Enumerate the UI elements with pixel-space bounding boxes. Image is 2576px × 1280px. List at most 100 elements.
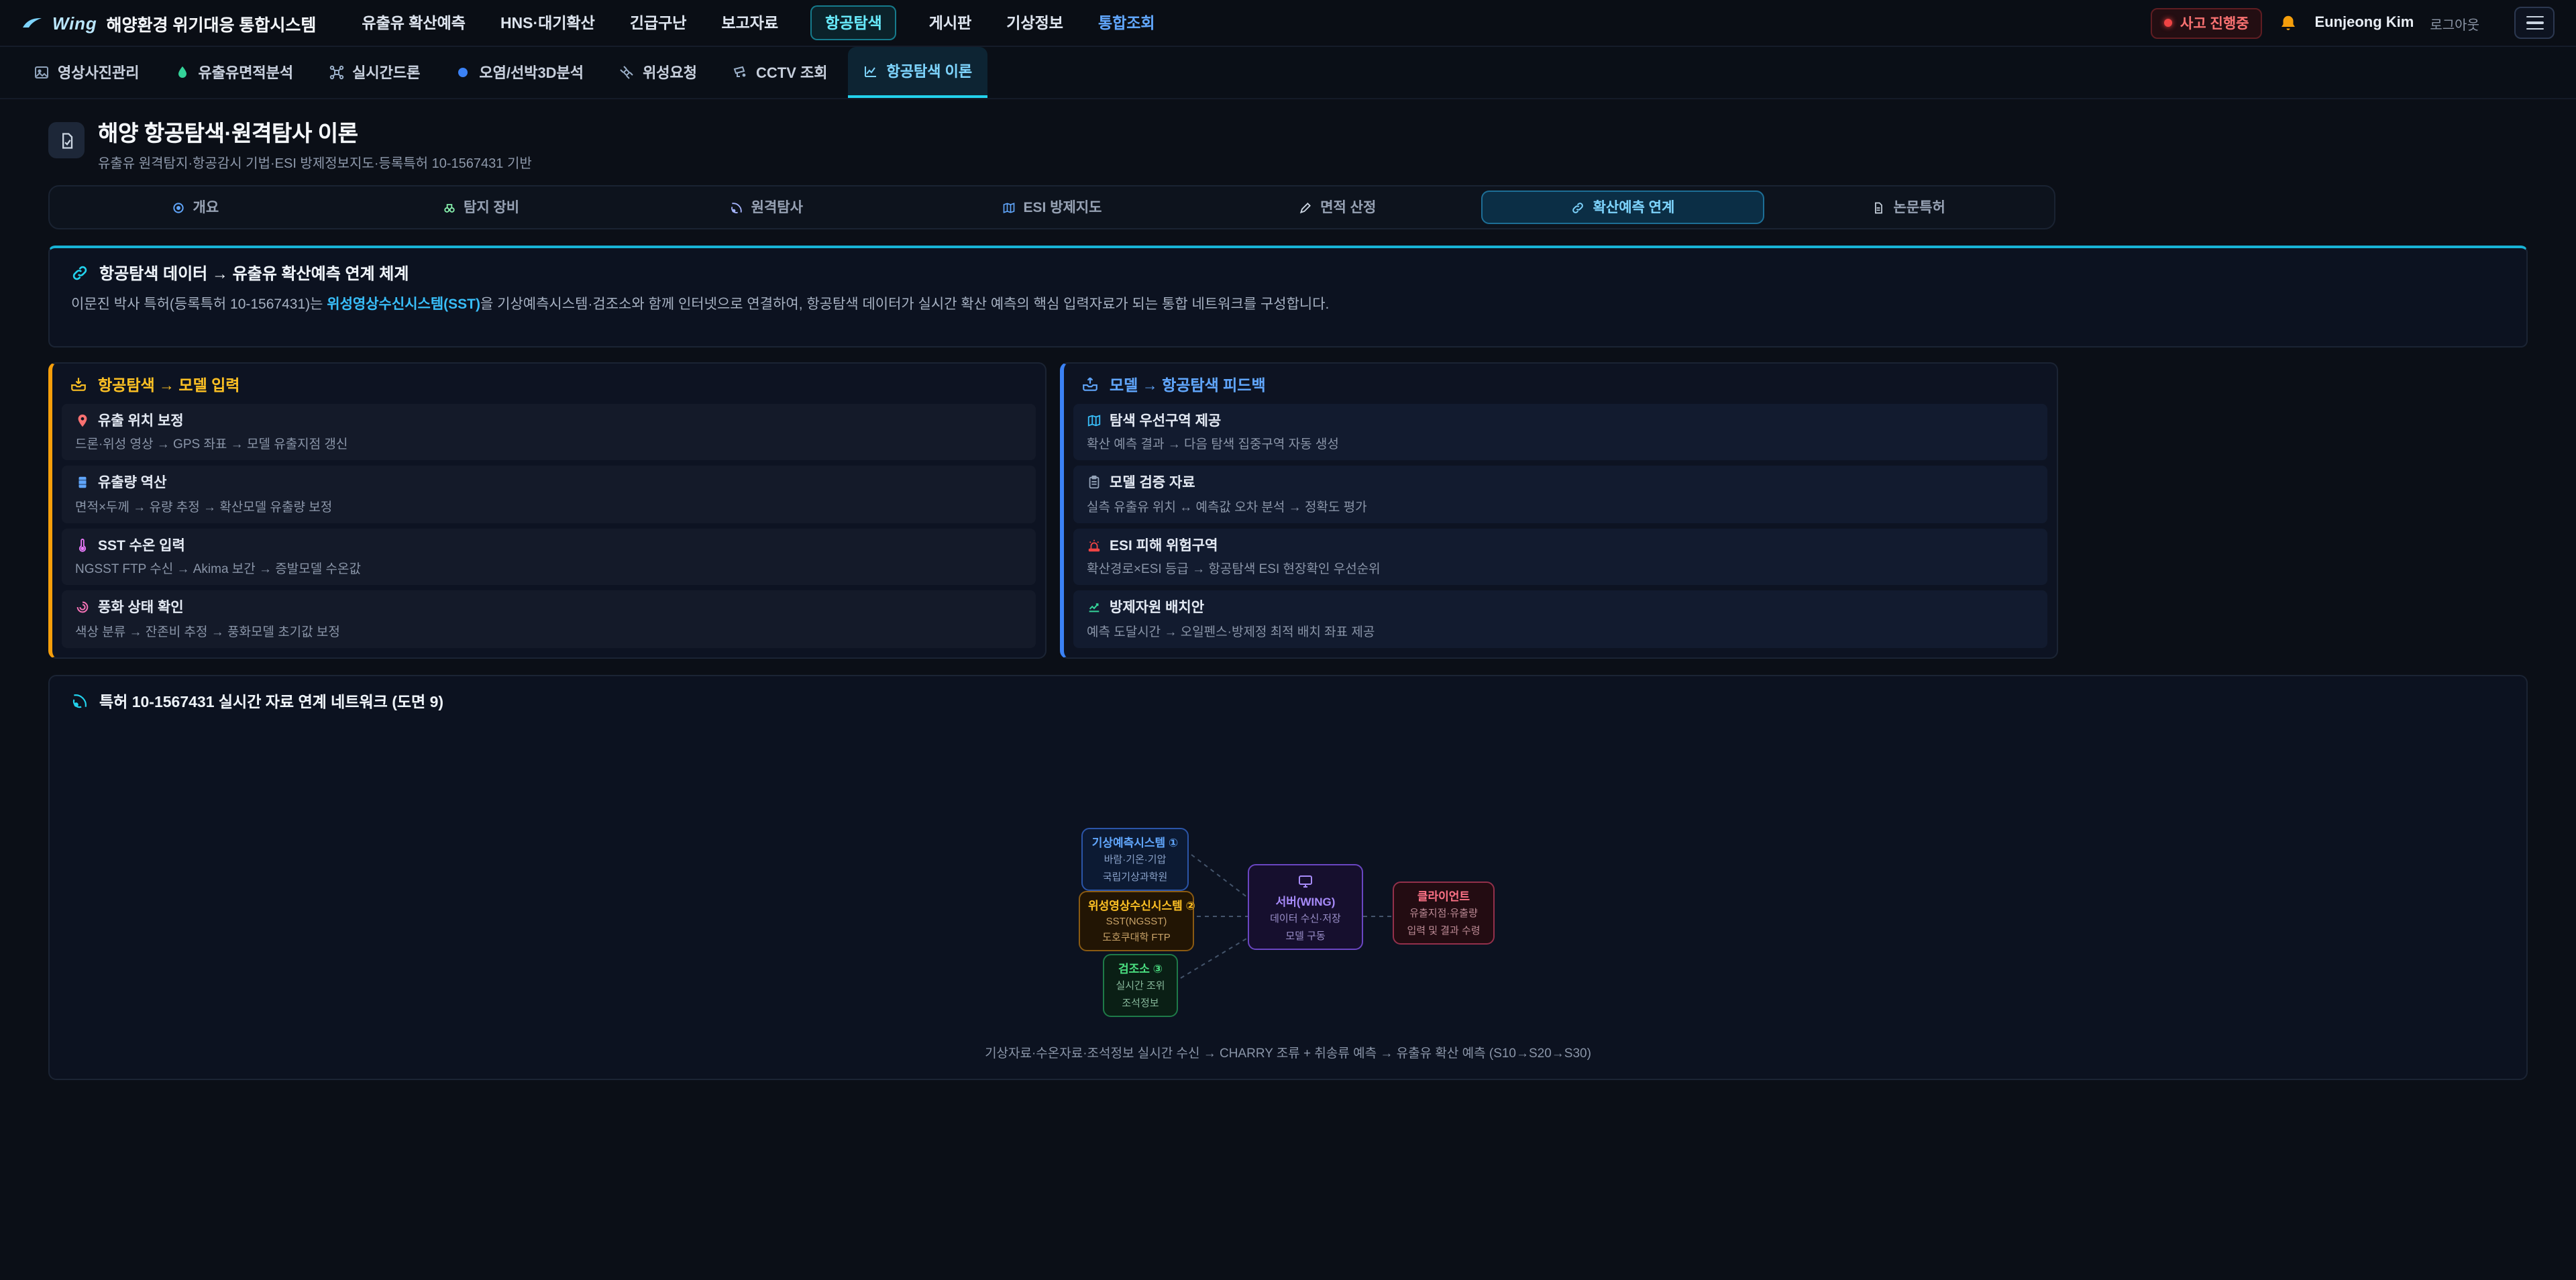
wing-logo-icon: [21, 15, 43, 31]
incident-status-dot-icon: [2164, 19, 2172, 27]
main-nav: 유출유 확산예측 HNS·대기확산 긴급구난 보고자료 항공탐색 게시판 기상정…: [359, 5, 1157, 40]
tab-esi-map[interactable]: ESI 방제지도: [910, 191, 1193, 224]
sst-system-link[interactable]: 위성영상수신시스템(SST): [327, 297, 480, 313]
app-title: 해양환경 위기대응 통합시스템: [107, 10, 317, 36]
model-input-card: 항공탐색 → 모델 입력 유출 위치 보정 드론·위성 영상 → GPS 좌표 …: [48, 362, 1046, 659]
row-spill-location-correction: 유출 위치 보정 드론·위성 영상 → GPS 좌표 → 모델 유출지점 갱신: [62, 404, 1036, 461]
swirl-icon: [75, 600, 90, 615]
top-navbar: Wing 해양환경 위기대응 통합시스템 유출유 확산예측 HNS·대기확산 긴…: [0, 0, 2576, 47]
cctv-camera-icon: [732, 64, 748, 81]
tab-overview[interactable]: 개요: [54, 191, 337, 224]
page-subtitle: 유출유 원격탐지·항공감시 기법·ESI 방제정보지도·등록특허 10-1567…: [98, 152, 532, 172]
brand-logo-text: Wing: [52, 13, 97, 33]
subtab-cctv-view[interactable]: CCTV 조회: [717, 47, 843, 98]
image-icon: [34, 64, 50, 81]
siren-icon: [1087, 538, 1102, 553]
antenna-dish-icon: [71, 693, 89, 710]
row-model-validation-data: 모델 검증 자료 실측 유출유 위치 ↔ 예측값 오차 분석 → 정확도 평가: [1073, 466, 2047, 523]
drone-icon: [328, 64, 344, 81]
logout-button[interactable]: 로그아웃: [2430, 13, 2479, 33]
clipboard-icon: [1087, 476, 1102, 490]
chart-icon: [863, 63, 879, 79]
hamburger-menu-button[interactable]: [2514, 7, 2555, 39]
thermometer-icon: [75, 538, 90, 553]
flow-cards-grid: 항공탐색 → 모델 입력 유출 위치 보정 드론·위성 영상 → GPS 좌표 …: [48, 362, 2058, 659]
subtab-image-photo-management[interactable]: 영상사진관리: [19, 47, 154, 98]
tab-detection-equipment[interactable]: 탐지 장비: [339, 191, 623, 224]
linkage-overview-paragraph: 이문진 박사 특허(등록특허 10-1567431)는 위성영상수신시스템(SS…: [71, 294, 2505, 316]
linkage-overview-heading: 항공탐색 데이터 → 유출유 확산예측 연계 체계: [71, 262, 2505, 284]
outbox-upload-icon: [1081, 376, 1099, 394]
incident-status-label: 사고 진행중: [2180, 13, 2249, 33]
row-response-resource-deployment: 방제자원 배치안 예측 도달시간 → 오일펜스·방제정 최적 배치 좌표 제공: [1073, 591, 2047, 648]
subtab-pollution-ship-3d[interactable]: 오염/선박3D분석: [440, 47, 598, 98]
map-grid-icon: [1087, 413, 1102, 428]
tab-remote-sensing[interactable]: 원격탐사: [625, 191, 908, 224]
server-monitor-icon: [1296, 873, 1315, 890]
section-tab-bar: 개요 탐지 장비 원격탐사 ESI 방제지도 면적 산정 확산예측 연계: [48, 185, 2055, 229]
node-wing-server: 서버(WING) 데이터 수신·저장 모델 구동: [1248, 864, 1363, 950]
subtab-realtime-drone[interactable]: 실시간드론: [313, 47, 435, 98]
app-window: Wing 해양환경 위기대응 통합시스템 유출유 확산예측 HNS·대기확산 긴…: [0, 0, 2576, 1280]
incident-status-badge[interactable]: 사고 진행중: [2151, 7, 2262, 38]
model-feedback-card-header: 모델 → 항공탐색 피드백: [1064, 364, 2057, 404]
patent-network-card: 특허 10-1567431 실시간 자료 연계 네트워크 (도면 9) 기상예측…: [48, 675, 2528, 1080]
row-weathering-state-check: 풍화 상태 확인 색상 분류 → 잔존비 추정 → 풍화모델 초기값 보정: [62, 591, 1036, 648]
page-title: 해양 항공탐색·원격탐사 이론: [98, 122, 532, 146]
sub-navbar: 영상사진관리 유출유면적분석 실시간드론 오염/선박3D분석 위성요청 CCTV…: [0, 47, 2576, 99]
document-chart-icon: [57, 131, 76, 150]
node-weather-prediction-system: 기상예측시스템 ① 바람·기온·기압 국립기상과학원: [1081, 828, 1189, 891]
brand-home-link[interactable]: Wing 해양환경 위기대응 통합시스템: [21, 10, 316, 36]
bell-icon: [2278, 13, 2298, 33]
node-tide-station: 검조소 ③ 실시간 조위 조석정보: [1103, 954, 1178, 1017]
row-sst-temperature-input: SST 수온 입력 NGSST FTP 수신 → Akima 보간 → 증발모델…: [62, 529, 1036, 586]
user-menu[interactable]: Eunjeong Kim: [2314, 15, 2414, 31]
nav-weather-info[interactable]: 기상정보: [1004, 7, 1066, 39]
nav-board[interactable]: 게시판: [926, 7, 975, 39]
model-feedback-rows: 탐색 우선구역 제공 확산 예측 결과 → 다음 탐색 집중구역 자동 생성 모…: [1064, 404, 2057, 657]
main-content: 해양 항공탐색·원격탐사 이론 유출유 원격탐지·항공감시 기법·ESI 방제정…: [0, 99, 2576, 1080]
droplet-icon: [174, 64, 190, 81]
model-input-card-header: 항공탐색 → 모델 입력: [52, 364, 1045, 404]
link-icon: [1572, 201, 1585, 214]
page-header: 해양 항공탐색·원격탐사 이론 유출유 원격탐지·항공감시 기법·ESI 방제정…: [48, 122, 2528, 172]
nav-emergency-rescue[interactable]: 긴급구난: [627, 7, 690, 39]
map-grid-icon: [1002, 201, 1016, 214]
target-icon: [172, 201, 185, 214]
row-priority-search-zone: 탐색 우선구역 제공 확산 예측 결과 → 다음 탐색 집중구역 자동 생성: [1073, 404, 2047, 461]
map-pin-icon: [75, 413, 90, 428]
satellite-icon: [619, 64, 635, 81]
notification-bell-button[interactable]: [2278, 13, 2298, 33]
hamburger-icon: [2526, 15, 2543, 17]
nav-hns-air-diffusion[interactable]: HNS·대기확산: [498, 7, 598, 39]
chart-up-icon: [1087, 600, 1102, 615]
row-spill-volume-inversion: 유출량 역산 면적×두께 → 유량 추정 → 확산모델 유출량 보정: [62, 466, 1036, 523]
linkage-overview-card: 항공탐색 데이터 → 유출유 확산예측 연계 체계 이문진 박사 특허(등록특허…: [48, 246, 2528, 348]
subtab-aerial-search-theory[interactable]: 항공탐색 이론: [848, 47, 987, 98]
nav-report-materials[interactable]: 보고자료: [718, 7, 781, 39]
tab-diffusion-link[interactable]: 확산예측 연계: [1482, 191, 1765, 224]
model-input-rows: 유출 위치 보정 드론·위성 영상 → GPS 좌표 → 모델 유출지점 갱신 …: [52, 404, 1045, 657]
node-client: 클라이언트 유출지점·유출량 입력 및 결과 수령: [1393, 882, 1495, 945]
tab-papers-patents[interactable]: 논문특허: [1767, 191, 2050, 224]
page-header-icon-box: [48, 122, 85, 158]
sphere-3d-icon: [455, 64, 471, 81]
radar-icon: [730, 201, 743, 214]
nav-oil-spill-prediction[interactable]: 유출유 확산예측: [359, 7, 468, 39]
file-icon: [1872, 201, 1886, 214]
patent-network-heading: 특허 10-1567431 실시간 자료 연계 네트워크 (도면 9): [71, 691, 2505, 712]
model-feedback-card: 모델 → 항공탐색 피드백 탐색 우선구역 제공 확산 예측 결과 → 다음 탐…: [1060, 362, 2058, 659]
network-diagram: 기상예측시스템 ① 바람·기온·기압 국립기상과학원 위성영상수신시스템 ② S…: [1079, 828, 1497, 1026]
pencil-icon: [1299, 201, 1312, 214]
binoculars-icon: [442, 201, 455, 214]
tab-area-calculation[interactable]: 면적 산정: [1196, 191, 1479, 224]
subtab-oil-area-analysis[interactable]: 유출유면적분석: [159, 47, 308, 98]
link-icon: [71, 264, 89, 282]
nav-integrated-search[interactable]: 통합조회: [1095, 7, 1158, 39]
barrel-icon: [75, 476, 90, 490]
subtab-satellite-request[interactable]: 위성요청: [604, 47, 712, 98]
inbox-download-icon: [70, 376, 87, 394]
network-flow-caption: 기상자료·수온자료·조석정보 실시간 수신 → CHARRY 조류 + 취송류 …: [71, 1043, 2505, 1061]
node-satellite-receiving-system: 위성영상수신시스템 ② SST(NGSST) 도호쿠대학 FTP: [1079, 891, 1194, 951]
nav-aerial-search[interactable]: 항공탐색: [810, 5, 897, 40]
